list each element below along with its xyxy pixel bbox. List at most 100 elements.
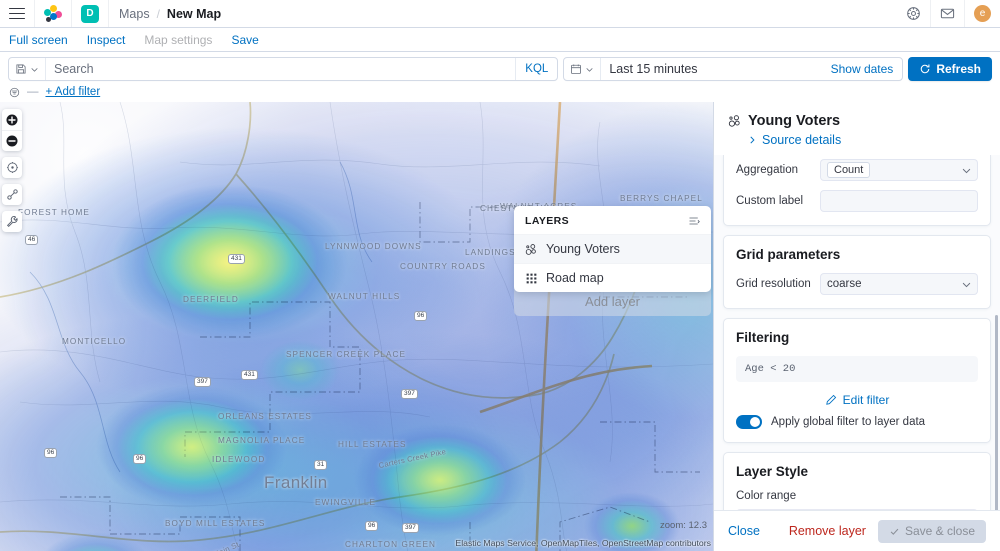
map-zoom-level: zoom: 12.3	[660, 520, 707, 531]
global-filter-row: Apply global filter to layer data	[736, 415, 978, 429]
grid-resolution-label: Grid resolution	[736, 278, 811, 290]
wrench-icon	[6, 215, 18, 228]
edit-filter-label: Edit filter	[842, 393, 890, 407]
layer-panel-footer: Close Remove layer Save & close	[714, 510, 1000, 551]
grid-resolution-row: Grid resolution coarse	[736, 273, 978, 295]
layer-settings-panel: Young Voters Source details Aggregation …	[713, 102, 1000, 551]
edit-filter-button[interactable]: Edit filter	[736, 384, 978, 415]
cluster-icon	[728, 115, 740, 127]
layer-order-icon[interactable]	[688, 215, 700, 227]
draw-tools-group	[2, 211, 22, 232]
pencil-icon	[825, 394, 836, 405]
remove-layer-button[interactable]: Remove layer	[789, 524, 866, 538]
filtering-card: Filtering Age < 20 Edit filter Apply glo…	[723, 318, 991, 443]
breadcrumb: Maps / New Map	[109, 0, 221, 27]
fit-to-data-button[interactable]	[2, 157, 22, 178]
full-screen-button[interactable]: Full screen	[9, 33, 68, 47]
map-settings-button[interactable]: Map settings	[144, 33, 212, 47]
cluster-icon	[525, 243, 536, 255]
source-details-label: Source details	[762, 133, 842, 147]
calendar-icon	[571, 64, 582, 74]
source-details-toggle[interactable]: Source details	[728, 133, 986, 147]
layer-style-card: Layer Style Color range	[723, 452, 991, 510]
color-range-select[interactable]	[736, 509, 978, 510]
layer-style-title: Layer Style	[736, 464, 809, 479]
refresh-icon	[921, 64, 930, 74]
chevron-right-icon	[750, 136, 755, 144]
search-input[interactable]	[46, 58, 516, 80]
aggregation-select[interactable]: Count	[820, 159, 978, 181]
measure-distance-icon	[6, 189, 18, 200]
layer-settings-scroll[interactable]: Aggregation Count Custom label Grid para…	[714, 155, 1000, 510]
grid-icon	[526, 273, 537, 283]
elastic-logo-icon	[44, 4, 62, 23]
layers-panel: LAYERS Young Voters Road map	[514, 206, 711, 292]
refresh-label: Refresh	[936, 62, 981, 76]
draw-tools-button[interactable]	[2, 211, 22, 232]
add-filter-button[interactable]: + Add filter	[46, 86, 101, 98]
kql-language-button[interactable]: KQL	[515, 58, 557, 80]
breadcrumb-separator: /	[156, 6, 160, 21]
zoom-in-icon	[6, 113, 18, 126]
inspect-button[interactable]: Inspect	[87, 33, 126, 47]
show-dates-button[interactable]: Show dates	[822, 62, 903, 76]
grid-parameters-title: Grid parameters	[736, 247, 841, 262]
custom-label-input[interactable]	[820, 190, 978, 212]
hamburger-icon	[9, 7, 25, 20]
mail-icon	[940, 8, 955, 19]
grid-resolution-select[interactable]: coarse	[820, 273, 978, 295]
aggregation-value: Count	[827, 162, 871, 178]
layers-panel-header: LAYERS	[514, 206, 711, 234]
fit-to-data-group	[2, 157, 22, 178]
saved-query-button[interactable]	[9, 58, 46, 80]
measure-distance-button[interactable]	[2, 184, 22, 205]
quick-select-button[interactable]	[564, 58, 602, 80]
apply-global-filter-toggle[interactable]	[736, 415, 762, 429]
search-bar: KQL	[8, 57, 559, 81]
layers-panel-title: LAYERS	[525, 215, 570, 227]
layer-panel-header: Young Voters Source details	[714, 102, 1000, 155]
map-canvas[interactable]: FOREST HOME WALNUT ACRES BERRYS CHAPEL C…	[0, 102, 713, 551]
panel-scrollbar[interactable]	[995, 315, 998, 510]
grid-parameters-card: Grid parameters Grid resolution coarse	[723, 235, 991, 309]
header-spacer	[221, 0, 897, 27]
refresh-button[interactable]: Refresh	[908, 57, 992, 81]
save-and-close-button[interactable]: Save & close	[877, 519, 986, 543]
map-toolbar: Full screen Inspect Map settings Save	[0, 28, 1000, 52]
layer-item-label: Road map	[546, 271, 604, 285]
map-tools	[2, 109, 22, 232]
zoom-in-button[interactable]	[2, 109, 22, 130]
chevron-down-icon	[586, 67, 593, 72]
custom-label-row: Custom label	[736, 190, 978, 212]
nav-menu-button[interactable]	[0, 0, 35, 27]
close-button[interactable]: Close	[728, 524, 760, 538]
layer-item-road-map[interactable]: Road map	[514, 263, 711, 292]
notifications-button[interactable]	[931, 0, 965, 27]
fit-to-data-icon	[6, 161, 18, 174]
chevron-down-icon	[962, 282, 971, 287]
layer-item-young-voters[interactable]: Young Voters	[514, 234, 711, 263]
filter-bar: — + Add filter	[0, 85, 1000, 102]
elastic-home-link[interactable]	[35, 0, 72, 27]
metrics-card: Aggregation Count Custom label	[723, 155, 991, 226]
user-menu-button[interactable]: e	[965, 0, 1000, 27]
help-button[interactable]	[897, 0, 931, 27]
breadcrumb-maps[interactable]: Maps	[119, 7, 150, 21]
query-bar: KQL Last 15 minutes Show dates Refresh	[0, 52, 1000, 85]
filter-icon[interactable]	[9, 87, 20, 98]
map-body: FOREST HOME WALNUT ACRES BERRYS CHAPEL C…	[0, 102, 1000, 551]
map-attribution: Elastic Maps Service, OpenMapTiles, Open…	[455, 538, 711, 548]
aggregation-row: Aggregation Count	[736, 159, 978, 181]
custom-label-label: Custom label	[736, 195, 804, 207]
grid-resolution-value: coarse	[827, 278, 862, 290]
space-badge: D	[81, 4, 99, 23]
layer-title-text: Young Voters	[748, 113, 841, 129]
apply-global-filter-label: Apply global filter to layer data	[771, 416, 926, 428]
space-selector[interactable]: D	[72, 0, 109, 27]
time-range-value[interactable]: Last 15 minutes	[601, 62, 821, 76]
save-button[interactable]: Save	[231, 33, 258, 47]
zoom-out-button[interactable]	[2, 130, 22, 151]
global-header: D Maps / New Map e	[0, 0, 1000, 28]
heatmap-overlay-glow	[0, 102, 713, 551]
zoom-out-icon	[6, 135, 18, 147]
